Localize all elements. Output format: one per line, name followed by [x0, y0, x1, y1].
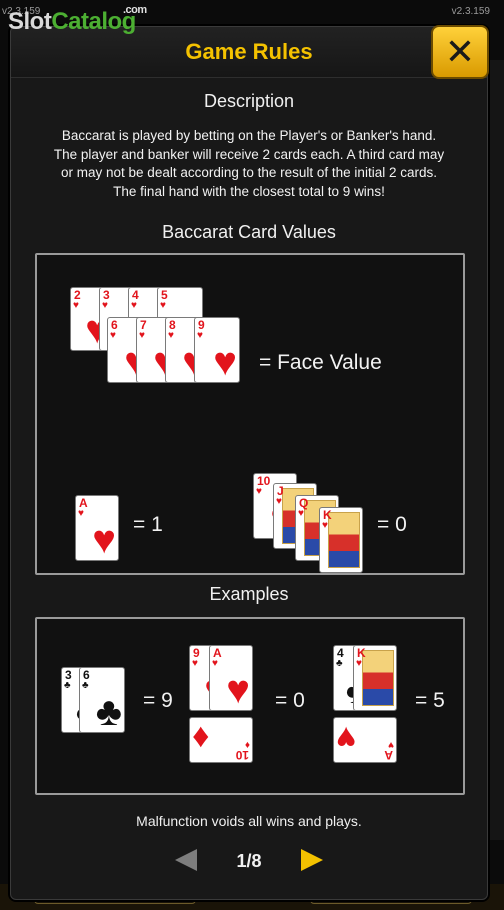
card-values-panel: 2♥♥ 3♥♥ 4♥♥ 5♥ 6♥♥ 7♥♥ 8♥♥ 9♥♥ = Face Va… [35, 253, 465, 575]
modal-title: Game Rules [185, 39, 313, 64]
card-6-clubs: 6 ♣ ♣ [79, 667, 125, 733]
face-value-label: = Face Value [259, 351, 382, 374]
version-label-right: v2.3.159 [451, 6, 490, 17]
tens-value-label: = 0 [377, 513, 407, 536]
card-9: 9 ♥ ♥ [194, 317, 240, 383]
examples-panel: 3♣♣ 6♣♣ = 9 9♥♥ A♥♥ 10♦♦ = 0 4♣♣ K♥ A♥♥ … [35, 617, 465, 795]
background-side-panel [490, 60, 504, 840]
description-text: Baccarat is played by betting on the Pla… [33, 127, 465, 201]
description-line: The final hand with the closest total to… [113, 183, 385, 199]
page-indicator: 1/8 [236, 851, 262, 871]
example1-result: = 9 [143, 689, 173, 712]
description-line: or may not be dealt according to the res… [61, 165, 437, 180]
watermark-slot: Slot [8, 8, 52, 35]
slotcatalog-watermark: SlotCatalog .com [8, 4, 147, 36]
description-heading: Description [203, 91, 295, 111]
malfunction-notice: Malfunction voids all wins and plays. [136, 813, 362, 829]
card-10-diamonds: 10 ♦ ♦ [189, 717, 253, 763]
card-ace: A ♥ ♥ [75, 495, 119, 561]
example2-result: = 0 [275, 689, 305, 712]
close-button[interactable]: ✕ [431, 25, 489, 79]
examples-heading: Examples [209, 584, 289, 604]
watermark-com: .com [123, 4, 147, 16]
pagination: 1/8 [11, 847, 487, 877]
card-ace-hearts: A ♥ ♥ [209, 645, 253, 711]
card-king-hearts: K ♥ [353, 645, 397, 711]
game-rules-modal: Game Rules ✕ Description Baccarat is pla… [10, 25, 489, 900]
description-line: The player and banker will receive 2 car… [53, 146, 445, 162]
close-icon: ✕ [444, 31, 476, 72]
card-ace-hearts-sideways: A ♥ ♥ [333, 717, 397, 763]
example3-result: = 5 [415, 689, 445, 712]
next-page-arrow-icon[interactable] [301, 849, 323, 871]
description-line: Baccarat is played by betting on the Pla… [61, 128, 437, 143]
card-king: K ♥ [319, 507, 363, 573]
ace-value-label: = 1 [133, 513, 163, 536]
card-values-heading: Baccarat Card Values [162, 222, 336, 242]
